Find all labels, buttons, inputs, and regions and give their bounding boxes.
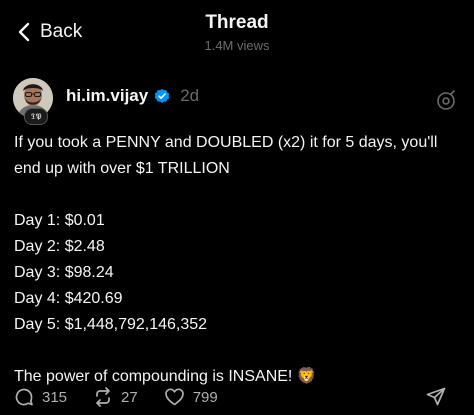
post-line-intro: If you took a PENNY and DOUBLED (x2) it … [14, 134, 438, 177]
like-button[interactable]: 799 [164, 387, 218, 407]
page-title: Thread [205, 12, 269, 33]
send-icon [426, 387, 446, 407]
post-text: If you took a PENNY and DOUBLED (x2) it … [14, 130, 464, 390]
app-header: Back Thread 1.4M views [0, 0, 474, 62]
post-line-day-4: Day 4: $420.69 [14, 290, 123, 307]
speech-bubble-icon [14, 387, 34, 407]
thread-options-icon[interactable] [435, 90, 457, 112]
avatar-badge-logo: 𝕿𝕻 [24, 108, 48, 125]
post-line-day-2: Day 2: $2.48 [14, 238, 105, 255]
repost-count: 27 [121, 388, 138, 406]
view-count: 1.4M views [204, 38, 270, 53]
post-actions: 315 27 799 [14, 385, 454, 409]
reply-button[interactable]: 315 [14, 387, 67, 407]
title-block: Thread 1.4M views [0, 12, 474, 53]
verified-badge-icon [154, 88, 170, 104]
heart-icon [164, 387, 185, 407]
reply-count: 315 [42, 388, 68, 406]
repost-button[interactable]: 27 [93, 387, 138, 407]
author-row: hi.im.vijay 2d [66, 86, 199, 106]
post-header: 𝕿𝕻 hi.im.vijay 2d [13, 78, 461, 125]
repost-arrows-icon [93, 387, 113, 407]
post-line-day-1: Day 1: $0.01 [14, 212, 105, 229]
post-line-day-3: Day 3: $98.24 [14, 264, 114, 281]
like-count: 799 [192, 388, 218, 406]
post-line-day-5: Day 5: $1,448,792,146,352 [14, 316, 208, 333]
post-timestamp: 2d [180, 86, 200, 105]
author-username[interactable]: hi.im.vijay [66, 86, 148, 106]
share-button[interactable] [426, 387, 446, 407]
